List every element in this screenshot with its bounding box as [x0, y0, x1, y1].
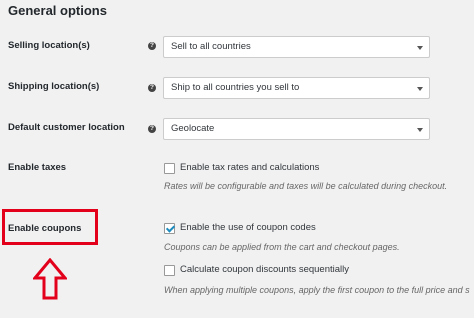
sequential-coupons-checkbox-label[interactable]: Calculate coupon discounts sequentially — [180, 264, 349, 275]
customer-location-select[interactable]: Geolocate — [163, 118, 430, 140]
arrow-up-icon — [33, 258, 67, 300]
customer-location-value: Geolocate — [171, 123, 215, 134]
shipping-location-value: Ship to all countries you sell to — [171, 82, 300, 93]
enable-coupons-description: Coupons can be applied from the cart and… — [164, 242, 400, 252]
help-icon[interactable]: ? — [148, 84, 156, 92]
enable-coupons-checkbox[interactable] — [164, 223, 175, 234]
enable-taxes-description: Rates will be configurable and taxes wil… — [164, 181, 448, 191]
chevron-down-icon — [417, 87, 423, 91]
chevron-down-icon — [417, 46, 423, 50]
enable-coupons-label: Enable coupons — [8, 223, 82, 234]
sequential-coupons-checkbox[interactable] — [164, 265, 175, 276]
selling-location-value: Sell to all countries — [171, 41, 251, 52]
selling-location-label: Selling location(s) — [8, 40, 90, 51]
enable-coupons-checkbox-label[interactable]: Enable the use of coupon codes — [180, 222, 316, 233]
selling-location-select[interactable]: Sell to all countries — [163, 36, 430, 58]
enable-taxes-checkbox-label[interactable]: Enable tax rates and calculations — [180, 162, 319, 173]
sequential-coupons-description: When applying multiple coupons, apply th… — [164, 285, 470, 295]
shipping-location-select[interactable]: Ship to all countries you sell to — [163, 77, 430, 99]
chevron-down-icon — [417, 128, 423, 132]
customer-location-label: Default customer location — [8, 122, 125, 133]
shipping-location-label: Shipping location(s) — [8, 81, 100, 92]
help-icon[interactable]: ? — [148, 125, 156, 133]
enable-taxes-checkbox[interactable] — [164, 163, 175, 174]
help-icon[interactable]: ? — [148, 42, 156, 50]
section-title: General options — [8, 3, 107, 18]
enable-taxes-label: Enable taxes — [8, 162, 67, 173]
